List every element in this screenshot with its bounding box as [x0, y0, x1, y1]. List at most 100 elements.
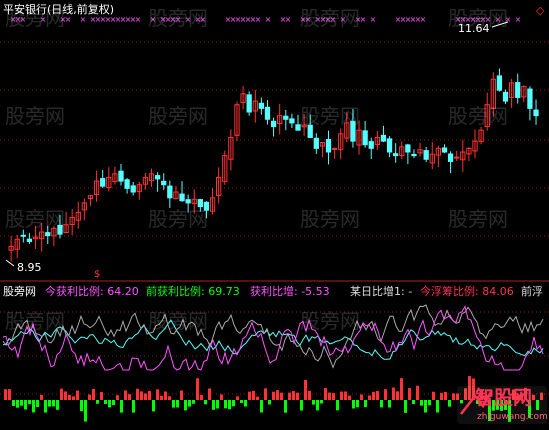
volume-bar — [236, 396, 239, 400]
volume-bar — [232, 400, 235, 407]
watermark: 股旁网 — [300, 207, 360, 231]
volume-bar — [156, 389, 159, 400]
cross-marker: × — [80, 15, 87, 24]
volume-bar — [332, 392, 335, 400]
volume-bar — [12, 400, 15, 406]
volume-bar — [44, 400, 47, 413]
volume-bar — [168, 396, 171, 400]
volume-bar — [220, 394, 223, 400]
candle — [20, 234, 26, 237]
volume-bar — [336, 400, 339, 411]
volume-bar — [128, 394, 131, 400]
volume-bar — [148, 390, 151, 400]
volume-bar — [272, 391, 275, 400]
volume-bar — [112, 400, 115, 406]
candle — [130, 185, 136, 193]
volume-bar — [304, 379, 307, 400]
candle — [246, 94, 252, 113]
volume-bar — [136, 388, 139, 400]
cross-marker: × — [135, 15, 142, 24]
candle — [325, 139, 332, 153]
volume-bar — [152, 400, 155, 412]
volume-bar — [100, 392, 103, 400]
diamond-icon[interactable]: ◇ — [536, 4, 544, 17]
prev-profit-line — [2, 304, 544, 369]
volume-bar — [376, 390, 379, 400]
volume-bar — [108, 400, 111, 408]
volume-bar — [352, 400, 355, 409]
volume-bar — [368, 395, 371, 400]
volume-bar — [180, 390, 183, 400]
candle — [362, 130, 368, 146]
volume-bar — [228, 400, 231, 410]
volume-bar — [280, 392, 283, 400]
candle — [447, 153, 454, 162]
volume-bar — [40, 394, 43, 400]
volume-bar — [364, 400, 367, 408]
volume-bar — [380, 400, 383, 408]
volume-bar — [124, 390, 127, 400]
volume-bar — [340, 391, 343, 400]
indicator-item-float-ratio: 今浮筹比例: 84.06 — [420, 285, 514, 298]
volume-bar — [404, 400, 407, 413]
volume-bar — [216, 400, 219, 409]
volume-bar — [24, 400, 27, 410]
volume-bar — [52, 400, 55, 407]
volume-bar — [140, 391, 143, 400]
candle — [393, 153, 399, 157]
volume-bar — [116, 395, 119, 400]
volume-bar — [392, 387, 395, 400]
volume-bar — [212, 400, 215, 410]
indicator-name: 股旁网 — [3, 285, 36, 298]
watermark: 股旁网 — [448, 207, 508, 231]
candle — [45, 232, 51, 237]
volume-bar — [48, 400, 51, 407]
volume-bar — [396, 391, 399, 400]
watermark: 股旁网 — [5, 104, 65, 128]
volume-bar — [164, 391, 167, 400]
volume-bar — [324, 387, 327, 400]
indicator-item-profit-change: 获利比增: -5.53 — [250, 285, 330, 298]
watermark: 股旁网 — [148, 309, 208, 333]
volume-bar — [444, 391, 447, 400]
candle — [441, 147, 448, 153]
volume-bar — [276, 390, 279, 400]
cross-marker: × — [255, 15, 262, 24]
volume-bar — [388, 400, 391, 408]
volume-bar — [188, 400, 191, 407]
volume-bar — [240, 400, 243, 404]
volume-bar — [360, 394, 363, 400]
volume-bar — [4, 389, 7, 400]
candle — [124, 179, 130, 189]
candle — [26, 238, 33, 242]
candle — [258, 102, 265, 109]
candle — [515, 82, 521, 98]
volume-bar — [248, 391, 251, 400]
volume-bar — [308, 390, 311, 400]
candle — [386, 138, 393, 153]
volume-bar — [448, 400, 451, 407]
volume-bar — [176, 400, 179, 408]
volume-bar — [76, 390, 79, 400]
volume-bar — [36, 400, 39, 408]
today-profit-line — [2, 305, 544, 371]
watermark: 股旁网 — [148, 6, 208, 30]
watermark: 股旁网 — [5, 207, 65, 231]
logo-text: 智股网 — [475, 387, 533, 409]
volume-bar — [356, 400, 359, 408]
watermark: 股旁网 — [148, 104, 208, 128]
volume-bar — [104, 400, 107, 404]
volume-bar — [412, 400, 415, 405]
volume-bar — [244, 400, 247, 407]
candle — [161, 180, 167, 186]
volume-bar — [432, 391, 435, 400]
watermark: 股旁网 — [148, 207, 208, 231]
volume-bar — [132, 400, 135, 413]
candle — [423, 150, 429, 160]
candle — [289, 118, 295, 124]
candle — [527, 88, 533, 109]
candle — [167, 185, 173, 199]
volume-bar — [264, 388, 267, 400]
candle — [380, 134, 387, 142]
volume-bar — [32, 400, 35, 413]
